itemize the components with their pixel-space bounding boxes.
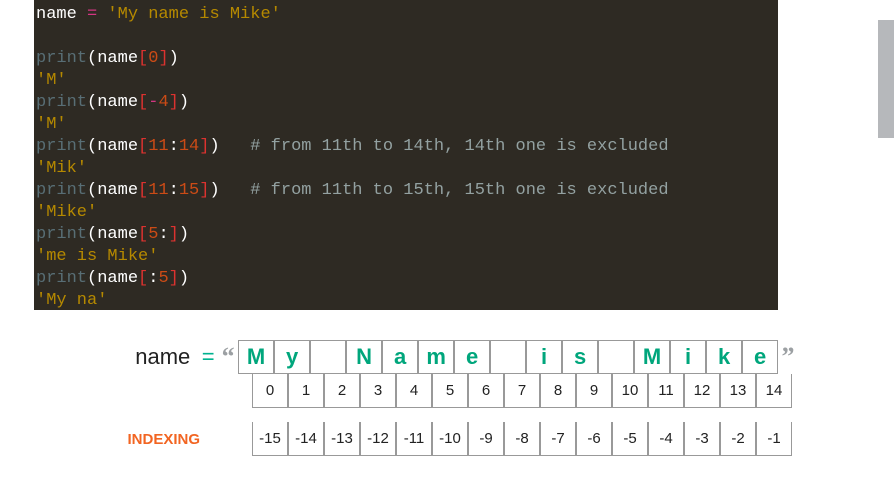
negative-index-cell: -12	[360, 422, 396, 456]
negative-index-cell: -3	[684, 422, 720, 456]
open-quote: “	[218, 342, 238, 372]
positive-index-cell: 13	[720, 374, 756, 408]
code-line-7: print(name[11:14]) # from 11th to 14th, …	[36, 136, 776, 158]
negative-index-cell: -13	[324, 422, 360, 456]
negative-index-cells: -15-14-13-12-11-10-9-8-7-6-5-4-3-2-1	[252, 422, 792, 456]
char-cell: i	[526, 340, 562, 374]
code-line-3: print(name[0])	[36, 48, 776, 70]
positive-index-cell: 9	[576, 374, 612, 408]
positive-index-cell: 8	[540, 374, 576, 408]
code-line-2	[36, 26, 776, 48]
negative-index-cell: -9	[468, 422, 504, 456]
positive-index-cell: 2	[324, 374, 360, 408]
code-line-5: print(name[-4])	[36, 92, 776, 114]
char-cell: k	[706, 340, 742, 374]
char-cells: My Name is Mike	[238, 340, 778, 374]
char-cell: y	[274, 340, 310, 374]
positive-index-cell: 14	[756, 374, 792, 408]
negative-index-cell: -4	[648, 422, 684, 456]
positive-index-cells: 01234567891011121314	[252, 374, 792, 408]
code-line-8: 'Mik'	[36, 158, 776, 180]
positive-index-cell: 5	[432, 374, 468, 408]
negative-index-cell: -2	[720, 422, 756, 456]
char-cell: M	[238, 340, 274, 374]
negative-index-cell: -15	[252, 422, 288, 456]
char-cell	[310, 340, 346, 374]
positive-index-cell: 3	[360, 374, 396, 408]
code-line-13: print(name[:5])	[36, 268, 776, 290]
name-label: name	[98, 344, 198, 370]
positive-index-cell: 4	[396, 374, 432, 408]
negative-index-cell: -11	[396, 422, 432, 456]
char-row: name = “ My Name is Mike ”	[98, 340, 798, 374]
char-cell	[490, 340, 526, 374]
positive-index-cell: 12	[684, 374, 720, 408]
positive-index-row: 01234567891011121314	[98, 374, 798, 408]
scrollbar-thumb[interactable]	[878, 20, 894, 138]
code-line-10: 'Mike'	[36, 202, 776, 224]
negative-index-cell: -14	[288, 422, 324, 456]
positive-index-cell: 0	[252, 374, 288, 408]
indexing-diagram: name = “ My Name is Mike ” 0123456789101…	[98, 340, 798, 456]
code-line-11: print(name[5:])	[36, 224, 776, 246]
negative-index-cell: -7	[540, 422, 576, 456]
code-line-6: 'M'	[36, 114, 776, 136]
positive-index-cell: 7	[504, 374, 540, 408]
negative-index-cell: -5	[612, 422, 648, 456]
code-line-4: 'M'	[36, 70, 776, 92]
positive-index-cell: 11	[648, 374, 684, 408]
char-cell: m	[418, 340, 454, 374]
negative-index-row: INDEXING -15-14-13-12-11-10-9-8-7-6-5-4-…	[98, 422, 798, 456]
char-cell: a	[382, 340, 418, 374]
code-line-14: 'My na'	[36, 290, 776, 312]
close-quote: ”	[778, 342, 798, 372]
negative-index-cell: -10	[432, 422, 468, 456]
indexing-label: INDEXING	[98, 431, 208, 448]
char-cell	[598, 340, 634, 374]
negative-index-cell: -6	[576, 422, 612, 456]
negative-index-cell: -8	[504, 422, 540, 456]
positive-index-cell: 6	[468, 374, 504, 408]
negative-index-cell: -1	[756, 422, 792, 456]
equals-sign: =	[198, 344, 218, 370]
char-cell: s	[562, 340, 598, 374]
char-cell: M	[634, 340, 670, 374]
char-cell: e	[742, 340, 778, 374]
code-line-1: name = 'My name is Mike'	[36, 4, 776, 26]
positive-index-cell: 10	[612, 374, 648, 408]
char-cell: e	[454, 340, 490, 374]
char-cell: i	[670, 340, 706, 374]
code-line-9: print(name[11:15]) # from 11th to 15th, …	[36, 180, 776, 202]
code-line-12: 'me is Mike'	[36, 246, 776, 268]
code-block: name = 'My name is Mike' print(name[0]) …	[34, 0, 778, 310]
char-cell: N	[346, 340, 382, 374]
positive-index-cell: 1	[288, 374, 324, 408]
